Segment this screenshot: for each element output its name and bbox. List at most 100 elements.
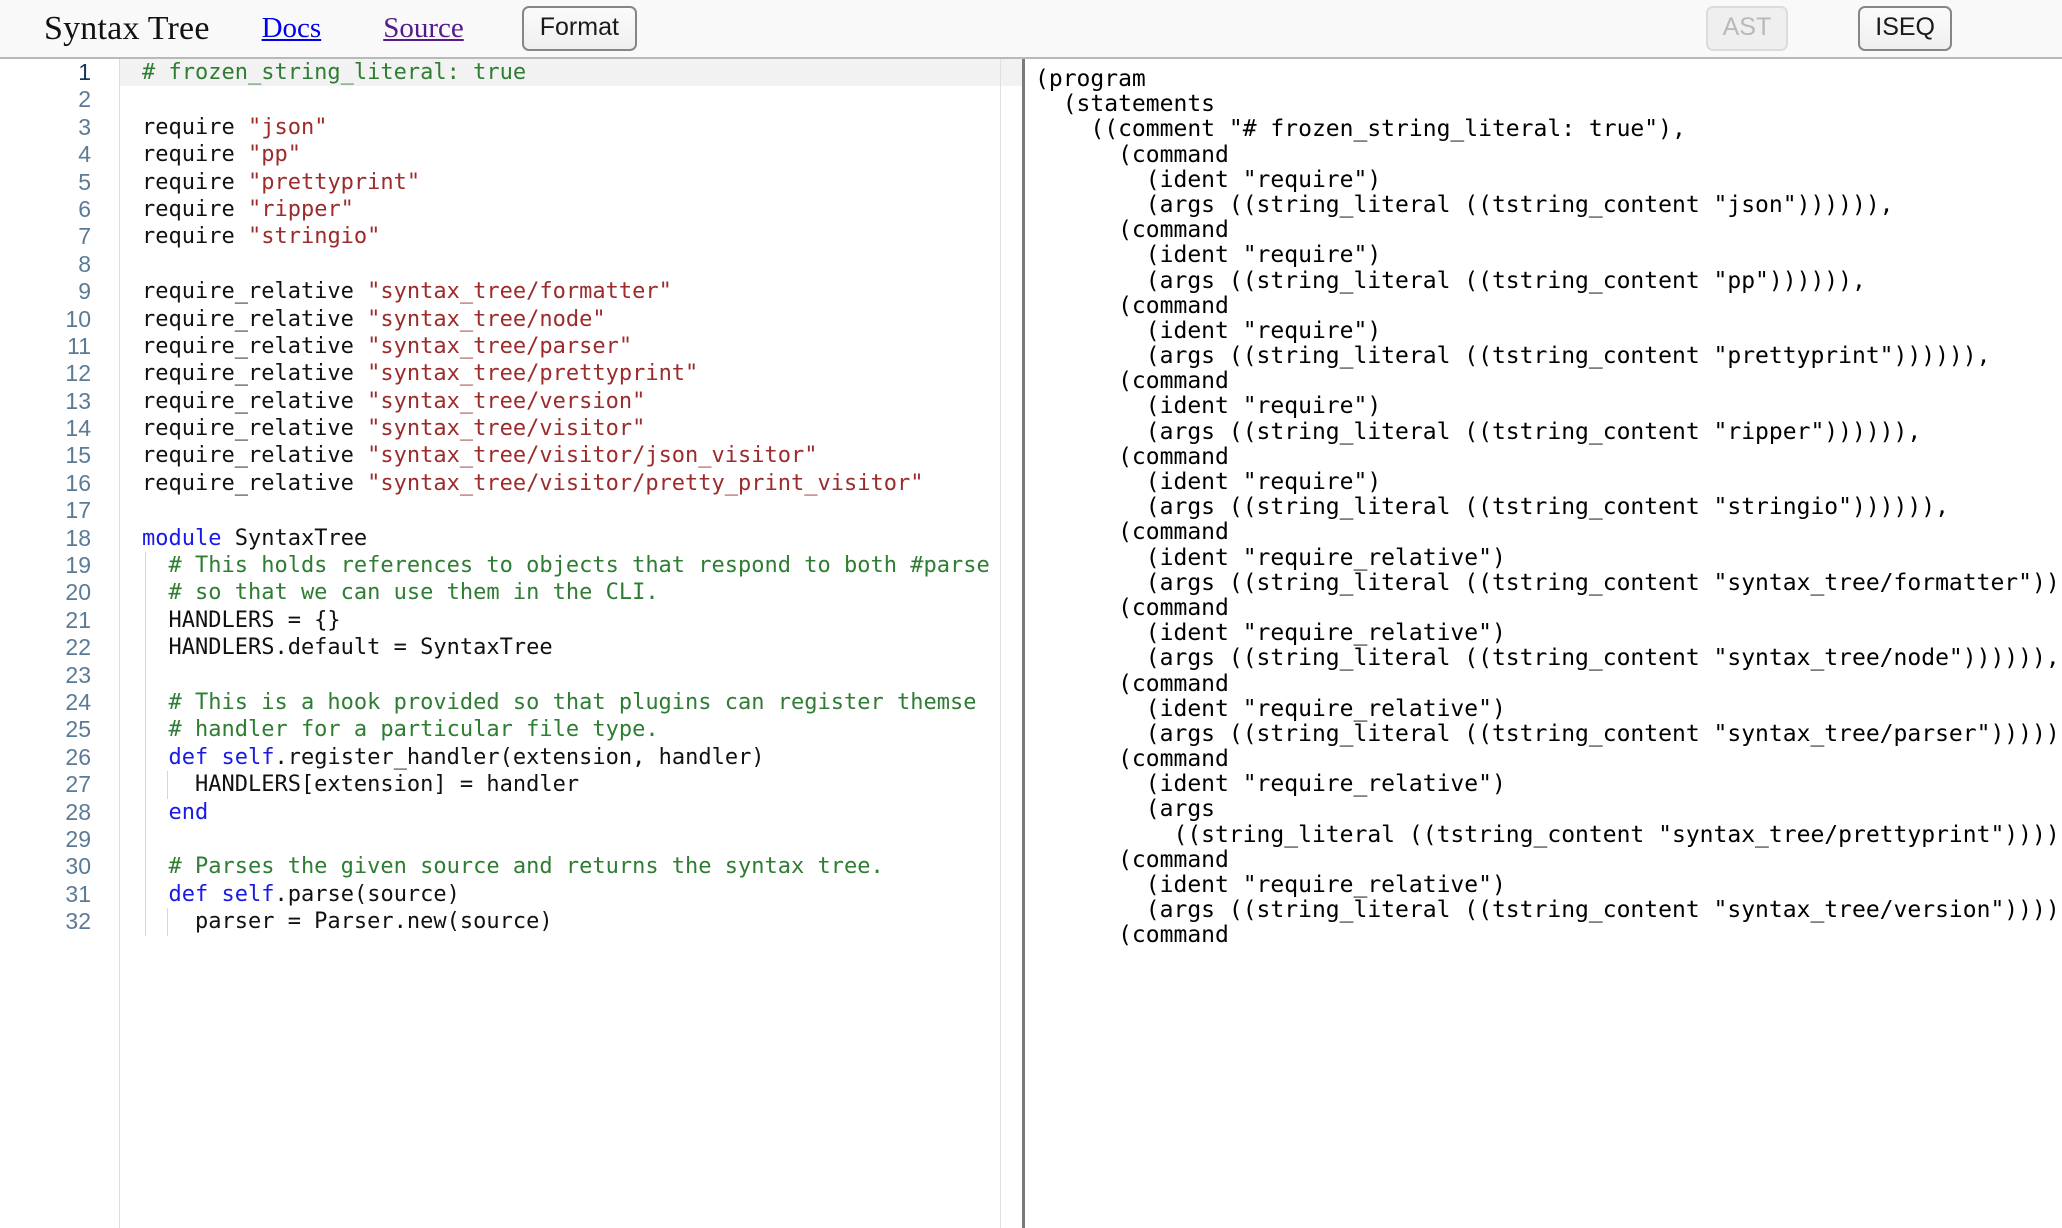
code-line-text: require "json": [142, 115, 327, 140]
ast-output-line: (ident "require_relative"): [1035, 620, 1506, 647]
print-margin-ruler: [1000, 59, 1001, 1228]
code-line[interactable]: require_relative "syntax_tree/version": [120, 388, 1022, 415]
line-number: 3: [78, 113, 91, 140]
token-txt: require_relative: [142, 388, 368, 414]
token-txt: require: [142, 142, 248, 168]
line-number: 11: [67, 332, 91, 359]
line-number: 7: [78, 223, 91, 250]
code-line[interactable]: require_relative "syntax_tree/node": [120, 306, 1022, 333]
code-line-text: # This holds references to objects that …: [142, 553, 990, 579]
code-line-text: # so that we can use them in the CLI.: [142, 580, 658, 605]
token-str: "syntax_tree/formatter": [367, 279, 672, 305]
code-line-text: require "stringio": [142, 224, 380, 249]
code-line[interactable]: # so that we can use them in the CLI.: [120, 579, 1022, 608]
token-com: # frozen_string_literal: true: [142, 60, 527, 85]
code-line[interactable]: # This holds references to objects that …: [120, 552, 1022, 580]
code-area[interactable]: # frozen_string_literal: true require "j…: [120, 59, 1022, 1228]
code-line-text: require_relative "syntax_tree/prettyprin…: [142, 361, 698, 386]
token-str: "prettyprint": [247, 169, 421, 195]
code-line[interactable]: require_relative "syntax_tree/visitor/js…: [120, 442, 1022, 469]
code-line[interactable]: module SyntaxTree: [120, 525, 1022, 552]
code-line[interactable]: # frozen_string_literal: true: [120, 59, 1022, 87]
ast-output-line: (command: [1035, 846, 1229, 873]
code-line[interactable]: HANDLERS[extension] = handler: [120, 771, 1022, 799]
ast-tab-button[interactable]: AST: [1705, 6, 1789, 51]
token-kw: self: [221, 744, 275, 770]
code-line[interactable]: require "json": [120, 114, 1022, 141]
line-number: 24: [65, 688, 91, 715]
code-line[interactable]: require "pp": [120, 141, 1022, 168]
code-line[interactable]: [120, 86, 1022, 113]
code-line[interactable]: # Parses the given source and returns th…: [120, 853, 1022, 882]
token-txt: HANDLERS = {}: [142, 607, 341, 633]
code-line[interactable]: require_relative "syntax_tree/formatter": [120, 278, 1022, 305]
code-line[interactable]: [120, 497, 1022, 524]
token-txt: require: [142, 114, 248, 140]
code-line[interactable]: require "prettyprint": [120, 169, 1022, 196]
code-line[interactable]: [120, 661, 1022, 690]
token-str: "syntax_tree/visitor/pretty_print_visito…: [367, 470, 924, 496]
code-line[interactable]: parser = Parser.new(source): [120, 908, 1022, 936]
code-line[interactable]: require_relative "syntax_tree/parser": [120, 333, 1022, 360]
token-txt: HANDLERS[extension] = handler: [142, 772, 580, 798]
code-line-text: require_relative "syntax_tree/visitor/pr…: [142, 471, 923, 496]
line-number: 22: [65, 634, 91, 661]
token-kw: def: [168, 744, 209, 770]
iseq-tab-button[interactable]: ISEQ: [1858, 6, 1952, 51]
ast-output-line: (command: [1035, 519, 1229, 546]
code-line[interactable]: require_relative "syntax_tree/visitor/pr…: [120, 470, 1022, 497]
code-line[interactable]: require_relative "syntax_tree/prettyprin…: [120, 360, 1022, 387]
line-number: 13: [65, 387, 91, 414]
code-line[interactable]: # handler for a particular file type.: [120, 716, 1022, 745]
code-line[interactable]: require_relative "syntax_tree/visitor": [120, 415, 1022, 442]
format-button[interactable]: Format: [521, 6, 637, 51]
line-number: 32: [65, 908, 91, 935]
code-line[interactable]: # This is a hook provided so that plugin…: [120, 688, 1022, 717]
token-txt: require: [142, 224, 248, 250]
code-line-text: # handler for a particular file type.: [142, 717, 659, 743]
code-line[interactable]: def self.parse(source): [120, 880, 1022, 909]
syntax-tree-app: Syntax Tree Docs Source Format AST ISEQ …: [0, 0, 2062, 1228]
code-line[interactable]: require "ripper": [120, 196, 1022, 223]
token-txt: SyntaxTree: [221, 525, 368, 551]
ast-output-line: (ident "require"): [1035, 317, 1382, 344]
line-number: 26: [65, 743, 91, 770]
source-link[interactable]: Source: [383, 12, 464, 45]
ast-output-line: (args ((string_literal ((tstring_content…: [1035, 569, 2062, 596]
code-editor-pane[interactable]: 1 2 3 4 5 6 7 8 9 10 11 12 13 14 15 16 17 18 19 20 21 22 23 24 2…: [0, 59, 1025, 1228]
code-line[interactable]: [120, 825, 1022, 854]
code-line[interactable]: end: [120, 798, 1022, 827]
code-line-text: def self.register_handler(extension, han…: [142, 745, 765, 770]
ast-output-pane[interactable]: (program (statements ((comment "# frozen…: [1025, 59, 2062, 1228]
ast-output-line: (command: [1035, 594, 1229, 621]
code-line[interactable]: def self.register_handler(extension, han…: [120, 743, 1022, 772]
docs-link[interactable]: Docs: [262, 12, 322, 45]
code-line-text: # This is a hook provided so that plugin…: [142, 690, 976, 715]
ast-output-line: (args ((string_literal ((tstring_content…: [1035, 720, 2062, 747]
token-txt: require_relative: [142, 361, 368, 387]
code-line[interactable]: [120, 251, 1022, 278]
ast-output-line: (ident "require"): [1035, 242, 1382, 269]
code-line-text: end: [142, 800, 209, 825]
token-com: # This holds references to objects that …: [142, 553, 990, 579]
line-number: 14: [65, 415, 91, 442]
code-line[interactable]: require "stringio": [120, 223, 1022, 250]
ast-output-line: (args ((string_literal ((tstring_content…: [1035, 645, 2060, 672]
code-line-text: HANDLERS[extension] = handler: [142, 772, 579, 797]
token-str: "json": [247, 114, 328, 140]
code-line[interactable]: HANDLERS = {}: [120, 606, 1022, 635]
token-txt: require_relative: [142, 333, 368, 359]
ast-output-line: (command: [1035, 217, 1229, 244]
line-number: 10: [65, 305, 91, 332]
line-number: 18: [65, 524, 91, 551]
token-com: # handler for a particular file type.: [142, 717, 659, 743]
line-number: 4: [78, 141, 91, 168]
token-txt: require: [142, 169, 248, 195]
code-line[interactable]: HANDLERS.default = SyntaxTree: [120, 634, 1022, 662]
code-line-text: require_relative "syntax_tree/parser": [142, 334, 632, 359]
